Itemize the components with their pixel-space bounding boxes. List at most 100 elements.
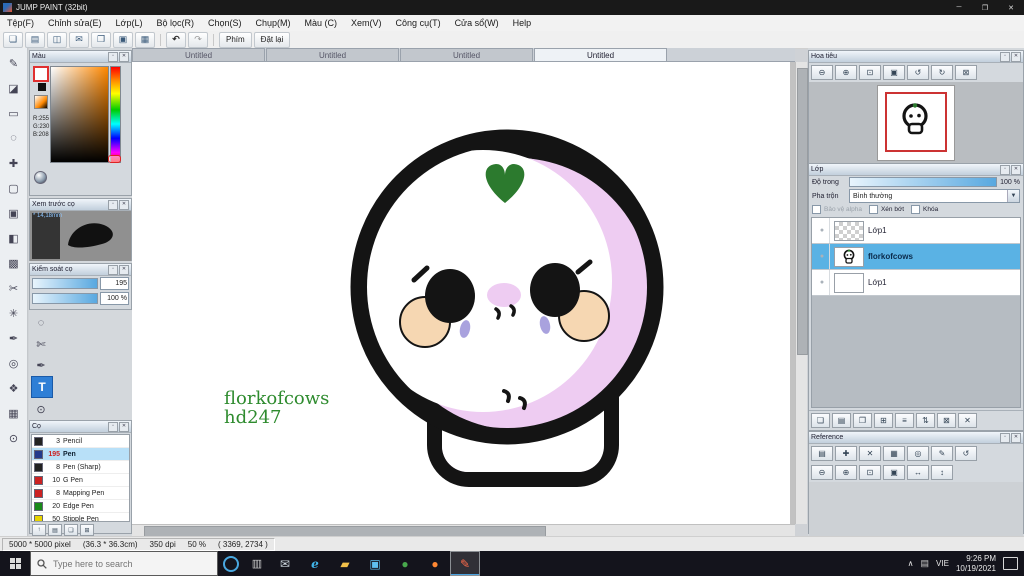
crop-tool-button[interactable]: ▢ bbox=[4, 178, 24, 198]
document-tab[interactable]: Untitled bbox=[132, 48, 265, 61]
foreground-color-swatch[interactable] bbox=[33, 66, 49, 82]
flatten-button[interactable]: ≡ bbox=[895, 413, 914, 428]
saturation-value-picker[interactable] bbox=[50, 66, 109, 163]
nib-tool-button[interactable]: ✒ bbox=[4, 328, 24, 348]
mini-gradient-swatch[interactable] bbox=[34, 95, 48, 109]
reference-grid-button[interactable]: ▦ bbox=[883, 446, 905, 461]
menu-file[interactable]: Tệp(F) bbox=[0, 15, 41, 31]
alpha-protect-checkbox[interactable] bbox=[812, 205, 821, 214]
minimize-button[interactable]: ─ bbox=[946, 0, 972, 15]
save-button[interactable]: ◫ bbox=[47, 31, 67, 48]
gradient-tool-button[interactable]: ◧ bbox=[4, 228, 24, 248]
new-folder-button[interactable]: ▤ bbox=[832, 413, 851, 428]
taskbar-search[interactable] bbox=[30, 551, 218, 576]
color-sphere-icon[interactable] bbox=[34, 171, 47, 184]
background-color-swatch[interactable] bbox=[38, 83, 46, 91]
menu-select[interactable]: Chọn(S) bbox=[201, 15, 249, 31]
magnifier-tool-button[interactable]: ⊙ bbox=[31, 399, 51, 419]
layer-visibility-icon[interactable]: ● bbox=[815, 270, 830, 295]
panel-close-button[interactable]: ✕ bbox=[1011, 51, 1021, 62]
layer-visibility-icon[interactable]: ● bbox=[815, 218, 830, 243]
clear-layer-button[interactable]: ⊠ bbox=[937, 413, 956, 428]
blend-mode-select[interactable]: Bình thường ▼ bbox=[849, 189, 1020, 203]
zoom-tool-button[interactable]: ⊙ bbox=[4, 428, 24, 448]
close-button[interactable]: ✕ bbox=[998, 0, 1024, 15]
zoom-out-button[interactable]: ⊖ bbox=[811, 65, 833, 80]
hue-slider[interactable] bbox=[110, 66, 121, 163]
brush-up-button[interactable]: ↑ bbox=[32, 524, 46, 536]
select-ellipse-tool-button[interactable]: ◌ bbox=[31, 313, 51, 333]
fill-tool-button[interactable]: ▣ bbox=[4, 203, 24, 223]
lock-checkbox[interactable] bbox=[911, 205, 921, 214]
panel-collapse-button[interactable]: ▫ bbox=[108, 51, 118, 62]
brush-row[interactable]: 8 Mapping Pen bbox=[32, 487, 129, 500]
layer-row[interactable]: ● Lớp1 bbox=[812, 218, 1020, 244]
panel-collapse-button[interactable]: ▫ bbox=[108, 199, 118, 210]
reference-flip-v-button[interactable]: ↕ bbox=[931, 465, 953, 480]
pen-nib-tool-button[interactable]: ✒ bbox=[31, 355, 51, 375]
brush-row[interactable]: 10 G Pen bbox=[32, 474, 129, 487]
menu-edit[interactable]: Chỉnh sửa(E) bbox=[41, 15, 109, 31]
language-indicator[interactable]: VIE bbox=[936, 559, 949, 568]
panel-collapse-button[interactable]: ▫ bbox=[108, 421, 118, 432]
layer-opacity-slider[interactable] bbox=[849, 177, 998, 187]
pen-tool-button[interactable]: ✎ bbox=[4, 53, 24, 73]
brush-row[interactable]: 50 Stipple Pen bbox=[32, 513, 129, 521]
horizontal-scrollbar[interactable] bbox=[132, 524, 795, 537]
rotate-right-button[interactable]: ↻ bbox=[931, 65, 953, 80]
undo-button[interactable]: ↶ bbox=[166, 31, 186, 48]
brush-opacity-value[interactable]: 100 % bbox=[100, 292, 129, 305]
brush-new-button[interactable]: ❏ bbox=[64, 524, 78, 536]
reference-draw-button[interactable]: ✎ bbox=[931, 446, 953, 461]
brush-row[interactable]: 3 Pencil bbox=[32, 435, 129, 448]
document-tab-active[interactable]: Untitled bbox=[534, 48, 667, 61]
brush-row-selected[interactable]: 195 Pen bbox=[32, 448, 129, 461]
eraser-tool-button[interactable]: ◪ bbox=[4, 78, 24, 98]
scissors-tool-button[interactable]: ✂ bbox=[4, 278, 24, 298]
tone-tool-button[interactable]: ▩ bbox=[4, 253, 24, 273]
menu-tools[interactable]: Công cụ(T) bbox=[389, 15, 448, 31]
vertical-scroll-thumb[interactable] bbox=[797, 68, 808, 355]
clip-checkbox[interactable] bbox=[868, 205, 878, 214]
knife-tool-button[interactable]: ✄ bbox=[31, 334, 51, 354]
redo-button[interactable]: ↷ bbox=[188, 31, 208, 48]
menu-view[interactable]: Xem(V) bbox=[344, 15, 389, 31]
new-layer-button[interactable]: ❏ bbox=[811, 413, 830, 428]
taskbar-clock[interactable]: 9:26 PM 10/19/2021 bbox=[956, 554, 996, 574]
target-tool-button[interactable]: ◎ bbox=[4, 353, 24, 373]
select-rect-tool-button[interactable]: ▭ bbox=[4, 103, 24, 123]
zoom-in-button[interactable]: ⊕ bbox=[835, 65, 857, 80]
panel-collapse-button[interactable]: ▫ bbox=[1000, 164, 1010, 175]
tray-expand-icon[interactable]: ∧ bbox=[908, 559, 914, 568]
reference-zoom-in-button[interactable]: ⊕ bbox=[835, 465, 857, 480]
navigator-viewport-rect[interactable] bbox=[885, 92, 947, 152]
brush-folder-button[interactable]: ▤ bbox=[48, 524, 62, 536]
grid-tool-button[interactable]: ▦ bbox=[4, 403, 24, 423]
brush-settings-button[interactable]: ⊞ bbox=[80, 524, 94, 536]
panel-close-button[interactable]: ✕ bbox=[119, 264, 129, 275]
move-tool-button[interactable]: ✚ bbox=[4, 153, 24, 173]
brush-opacity-slider[interactable] bbox=[32, 293, 98, 304]
menu-color[interactable]: Màu (C) bbox=[298, 15, 345, 31]
lasso-tool-button[interactable]: ◌ bbox=[4, 128, 24, 148]
reset-button[interactable]: Đặt lại bbox=[253, 31, 291, 48]
taskbar-app-jump-paint-active[interactable]: ✎ bbox=[450, 551, 480, 576]
copy-button[interactable]: ❐ bbox=[91, 31, 111, 48]
vertical-scrollbar[interactable] bbox=[795, 62, 808, 524]
menu-window[interactable]: Cửa sổ(W) bbox=[448, 15, 506, 31]
keys-button[interactable]: Phím bbox=[219, 31, 252, 48]
canvas-viewport[interactable]: florkofcows hd247 bbox=[132, 62, 795, 524]
panel-close-button[interactable]: ✕ bbox=[119, 421, 129, 432]
reference-reset-button[interactable]: ↺ bbox=[955, 446, 977, 461]
search-input[interactable] bbox=[51, 557, 197, 570]
panel-close-button[interactable]: ✕ bbox=[1011, 432, 1021, 443]
brush-size-value[interactable]: 195 bbox=[100, 277, 129, 290]
menu-layer[interactable]: Lớp(L) bbox=[109, 15, 150, 31]
reference-flip-h-button[interactable]: ↔ bbox=[907, 465, 929, 480]
reference-move-button[interactable]: ✚ bbox=[835, 446, 857, 461]
reference-open-button[interactable]: ▤ bbox=[811, 446, 833, 461]
action-center-icon[interactable] bbox=[1003, 557, 1018, 570]
open-file-button[interactable]: ▤ bbox=[25, 31, 45, 48]
task-view-button[interactable]: ▥ bbox=[244, 551, 270, 576]
panel-close-button[interactable]: ✕ bbox=[119, 199, 129, 210]
